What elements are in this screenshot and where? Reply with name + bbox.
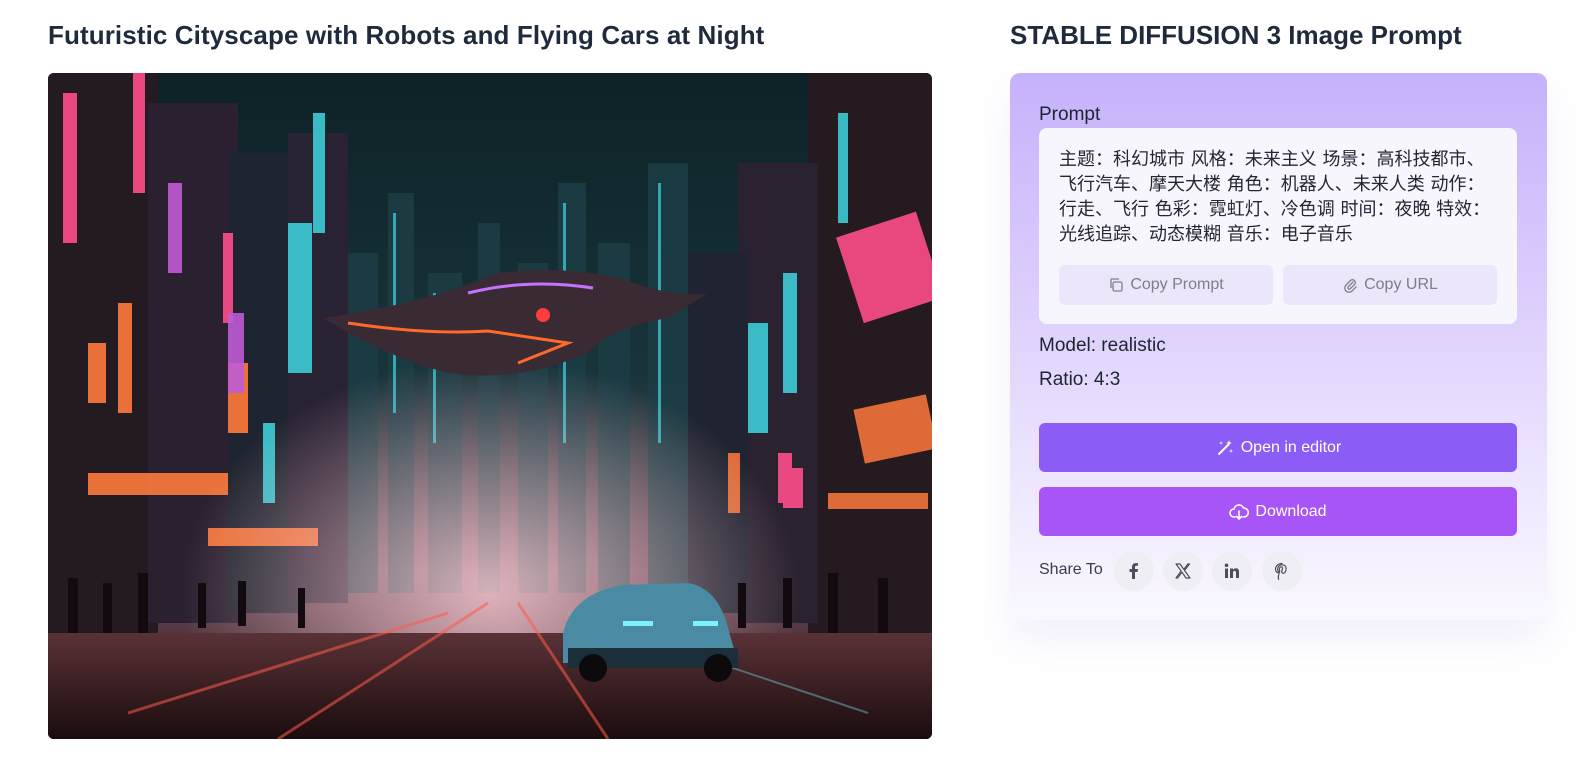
prompt-card: 主题：科幻城市 风格：未来主义 场景：高科技都市、飞行汽车、摩天大楼 角色：机器… bbox=[1039, 128, 1517, 324]
copy-prompt-button[interactable]: Copy Prompt bbox=[1059, 265, 1273, 305]
x-icon bbox=[1175, 563, 1191, 579]
ratio-info: Ratio: 4:3 bbox=[1039, 369, 1121, 390]
download-label: Download bbox=[1255, 502, 1327, 520]
prompt-text: 主题：科幻城市 风格：未来主义 场景：高科技都市、飞行汽车、摩天大楼 角色：机器… bbox=[1059, 149, 1491, 245]
model-info: Model: realistic bbox=[1039, 335, 1166, 356]
linkedin-icon bbox=[1224, 563, 1239, 578]
paperclip-icon bbox=[1344, 279, 1357, 293]
open-in-editor-label: Open in editor bbox=[1240, 438, 1342, 456]
pinterest-icon bbox=[1274, 562, 1287, 580]
prompt-panel: Prompt 主题：科幻城市 风格：未来主义 场景：高科技都市、飞行汽车、摩天大… bbox=[1010, 73, 1547, 620]
magic-wand-icon bbox=[1217, 439, 1233, 455]
copy-url-button[interactable]: Copy URL bbox=[1283, 265, 1497, 305]
copy-prompt-label: Copy Prompt bbox=[1130, 276, 1224, 293]
cityscape-illustration bbox=[48, 73, 932, 739]
facebook-icon bbox=[1129, 563, 1138, 579]
open-in-editor-button[interactable]: Open in editor bbox=[1039, 423, 1517, 472]
prompt-label: Prompt bbox=[1039, 104, 1101, 125]
cloud-download-icon bbox=[1229, 503, 1250, 520]
image-title: Futuristic Cityscape with Robots and Fly… bbox=[48, 20, 765, 50]
generated-image[interactable] bbox=[48, 73, 932, 739]
download-button[interactable]: Download bbox=[1039, 487, 1517, 536]
copy-icon bbox=[1110, 278, 1123, 292]
copy-url-label: Copy URL bbox=[1364, 276, 1438, 293]
share-x-button[interactable] bbox=[1163, 551, 1203, 591]
share-label: Share To bbox=[1039, 561, 1103, 578]
share-pinterest-button[interactable] bbox=[1262, 551, 1302, 591]
share-facebook-button[interactable] bbox=[1114, 551, 1154, 591]
panel-title: STABLE DIFFUSION 3 Image Prompt bbox=[1010, 20, 1462, 50]
share-linkedin-button[interactable] bbox=[1212, 551, 1252, 591]
